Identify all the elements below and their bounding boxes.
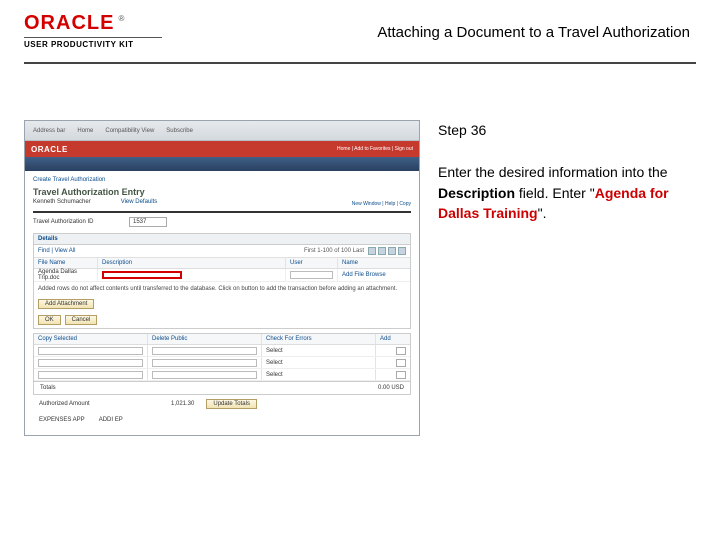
auth-id-label: Travel Authorization ID xyxy=(33,219,123,225)
instr-part: field. Enter " xyxy=(515,185,595,201)
pager-text: First 1-100 of 100 Last xyxy=(304,248,364,254)
grid-cell[interactable] xyxy=(152,359,257,367)
mode-value: ADDI EP xyxy=(99,417,123,423)
authorized-amount-value: 1,021.30 xyxy=(171,401,194,407)
chrome-item: Address bar xyxy=(33,128,65,134)
header-rule xyxy=(24,62,696,64)
employee-name: Kenneth Schumacher xyxy=(33,199,91,205)
description-input-highlight[interactable] xyxy=(102,271,182,279)
blue-band xyxy=(25,157,419,171)
auth-id-input[interactable]: 1537 xyxy=(129,217,167,227)
page-title: Attaching a Document to a Travel Authori… xyxy=(377,24,690,41)
logo-subtitle: USER PRODUCTIVITY KIT xyxy=(24,40,162,49)
add-row-icon[interactable] xyxy=(396,371,406,379)
add-row-icon[interactable] xyxy=(396,347,406,355)
totals-value: 0.00 USD xyxy=(378,385,404,391)
section-heading: Travel Authorization Entry xyxy=(33,187,411,197)
panel-heading: Details xyxy=(34,234,410,245)
browser-chrome: Address bar Home Compatibility View Subs… xyxy=(25,121,419,141)
instr-field-name: Description xyxy=(438,185,515,201)
instr-part: Enter the desired information into the xyxy=(438,164,668,180)
chrome-item: Home xyxy=(77,128,93,134)
divider xyxy=(33,211,411,213)
logo-text: ORACLE xyxy=(24,12,114,35)
add-attachment-button[interactable]: Add Attachment xyxy=(38,299,94,309)
cell-filename: Agenda Dallas Trip.doc xyxy=(34,269,98,281)
logo-tm: ® xyxy=(118,14,124,23)
totals-label: Totals xyxy=(40,385,56,391)
oracle-nav-links: Home | Add to Favorites | Sign out xyxy=(337,146,413,152)
brand-logo: ORACLE ® USER PRODUCTIVITY KIT xyxy=(24,12,162,49)
chrome-item: Subscribe xyxy=(166,128,193,134)
col-filename: File Name xyxy=(34,258,98,268)
find-link[interactable]: Find | View All xyxy=(38,248,75,254)
instr-part: ". xyxy=(538,205,547,221)
gh-add: Add xyxy=(376,334,410,344)
update-totals-button[interactable]: Update Totals xyxy=(206,399,257,409)
chrome-item: Compatibility View xyxy=(105,128,154,134)
ok-button[interactable]: OK xyxy=(38,315,61,325)
embedded-screenshot: Address bar Home Compatibility View Subs… xyxy=(24,120,420,436)
grid-select-link[interactable]: Select xyxy=(262,357,376,368)
col-description: Description xyxy=(98,258,286,268)
user-cell-input[interactable] xyxy=(290,271,333,279)
instruction-text: Enter the desired information into the D… xyxy=(438,162,696,223)
col-user: User xyxy=(286,258,338,268)
grid-select-link[interactable]: Select xyxy=(262,369,376,380)
gh-check[interactable]: Check For Errors xyxy=(262,334,376,344)
gh-copy[interactable]: Copy Selected xyxy=(34,334,148,344)
add-row-icon[interactable] xyxy=(396,359,406,367)
logo-divider xyxy=(24,37,162,38)
oracle-logo: ORACLE xyxy=(31,145,68,154)
details-panel: Details Find | View All First 1-100 of 1… xyxy=(33,233,411,329)
cell-browse[interactable]: Add File Browse xyxy=(338,269,410,281)
gh-delete[interactable]: Delete Public xyxy=(148,334,262,344)
grid-select-link[interactable]: Select xyxy=(262,345,376,356)
oracle-navbar: ORACLE Home | Add to Favorites | Sign ou… xyxy=(25,141,419,157)
grid-cell[interactable] xyxy=(38,371,143,379)
authorized-amount-label: Authorized Amount xyxy=(39,401,159,407)
panel-note: Added rows do not affect contents until … xyxy=(34,282,410,296)
mode-label: EXPENSES APP xyxy=(39,417,85,423)
breadcrumb: Create Travel Authorization xyxy=(33,177,411,183)
grid-cell[interactable] xyxy=(152,347,257,355)
grid-cell[interactable] xyxy=(152,371,257,379)
grid-cell[interactable] xyxy=(38,347,143,355)
grid-cell[interactable] xyxy=(38,359,143,367)
secondary-grid: Copy Selected Delete Public Check For Er… xyxy=(33,333,411,382)
step-label: Step 36 xyxy=(438,120,696,140)
cancel-button[interactable]: Cancel xyxy=(65,315,98,325)
col-name: Name xyxy=(338,258,410,268)
view-defaults-link[interactable]: View Defaults xyxy=(121,199,158,205)
pager-icons[interactable] xyxy=(368,247,406,255)
